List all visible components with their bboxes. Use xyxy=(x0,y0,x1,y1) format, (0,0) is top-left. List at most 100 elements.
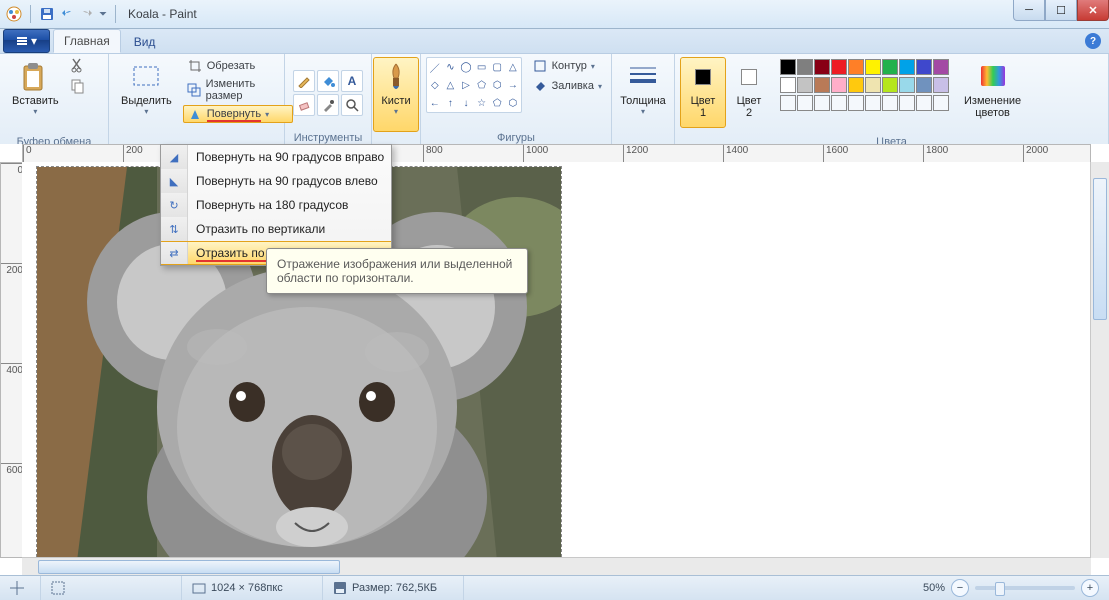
rotate-item-icon: ⇅ xyxy=(161,217,188,241)
ruler-tick: 800 xyxy=(423,145,443,163)
ruler-tick: 1200 xyxy=(623,145,648,163)
rotate-item-label: Повернуть на 180 градусов xyxy=(188,198,391,212)
undo-icon[interactable] xyxy=(59,6,75,22)
color1-label: Цвет 1 xyxy=(691,95,716,119)
color-swatch[interactable] xyxy=(882,77,898,93)
color-swatch[interactable] xyxy=(831,95,847,111)
color-swatch[interactable] xyxy=(933,77,949,93)
pencil-tool[interactable] xyxy=(293,70,315,92)
color-swatch[interactable] xyxy=(814,77,830,93)
save-icon[interactable] xyxy=(39,6,55,22)
color2-button[interactable]: Цвет 2 xyxy=(726,57,772,128)
color-swatch[interactable] xyxy=(865,77,881,93)
ruler-tick: 200 xyxy=(1,263,24,276)
rotate-menu-item[interactable]: ⇅Отразить по вертикали xyxy=(161,217,391,241)
group-colors: Цвет 1 Цвет 2 Изменение цветов Цвета xyxy=(675,54,1109,146)
color-swatch[interactable] xyxy=(831,59,847,75)
crop-button[interactable]: Обрезать xyxy=(183,57,293,75)
color-swatch[interactable] xyxy=(916,77,932,93)
ruler-tick: 600 xyxy=(1,463,24,476)
eraser-tool[interactable] xyxy=(293,94,315,116)
title-bar: ⏷ Koala - Paint ─ ☐ ✕ xyxy=(0,0,1109,29)
brushes-button[interactable]: Кисти ▾ xyxy=(373,57,419,132)
color-swatch[interactable] xyxy=(933,59,949,75)
group-clipboard: Вставить ▾ Буфер обмена xyxy=(0,54,109,146)
shapes-gallery[interactable]: ／∿◯▭▢△ ◇△▷⬠⬡→ ←↑↓☆⬠⬡ xyxy=(426,57,522,113)
color-swatch[interactable] xyxy=(780,95,796,111)
color-swatch[interactable] xyxy=(899,59,915,75)
maximize-button[interactable]: ☐ xyxy=(1045,0,1077,21)
qat-customize-icon[interactable]: ⏷ xyxy=(99,9,107,20)
rotate-menu-item[interactable]: ◣Повернуть на 90 градусов влево xyxy=(161,169,391,193)
shape-outline-button[interactable]: Контур▾ xyxy=(528,57,606,75)
zoom-out-button[interactable]: − xyxy=(951,579,969,597)
color-swatch[interactable] xyxy=(814,95,830,111)
zoom-slider[interactable] xyxy=(975,586,1075,590)
copy-icon[interactable] xyxy=(70,78,86,97)
cut-icon[interactable] xyxy=(70,57,86,76)
text-tool[interactable]: A xyxy=(341,70,363,92)
picker-tool[interactable] xyxy=(317,94,339,116)
color-swatch[interactable] xyxy=(848,59,864,75)
shape-fill-button[interactable]: Заливка▾ xyxy=(528,77,606,95)
color-swatch[interactable] xyxy=(814,59,830,75)
quick-access-toolbar: ⏷ xyxy=(0,5,120,23)
minimize-button[interactable]: ─ xyxy=(1013,0,1045,21)
zoom-slider-knob[interactable] xyxy=(995,582,1005,596)
color-swatch[interactable] xyxy=(882,59,898,75)
paste-button[interactable]: Вставить ▾ xyxy=(5,57,66,132)
color-swatch[interactable] xyxy=(780,59,796,75)
color-swatch[interactable] xyxy=(797,77,813,93)
rotate-icon xyxy=(187,106,203,122)
chevron-down-icon: ▾ xyxy=(144,107,148,116)
scrollbar-horizontal[interactable] xyxy=(22,557,1091,576)
scrollbar-vertical[interactable] xyxy=(1090,162,1109,558)
app-icon xyxy=(6,6,22,22)
rotate-button[interactable]: Повернуть ▾ xyxy=(183,105,293,123)
zoom-in-button[interactable]: + xyxy=(1081,579,1099,597)
resize-button[interactable]: Изменить размер xyxy=(183,77,293,103)
close-button[interactable]: ✕ xyxy=(1077,0,1109,21)
brush-icon xyxy=(380,61,412,93)
color-swatch[interactable] xyxy=(865,59,881,75)
size-text: Размер: 762,5КБ xyxy=(352,582,437,594)
color2-swatch xyxy=(741,69,757,85)
help-icon[interactable]: ? xyxy=(1085,33,1101,49)
file-menu-button[interactable]: ▾ xyxy=(3,29,50,53)
color-swatch[interactable] xyxy=(780,77,796,93)
color-swatch[interactable] xyxy=(899,95,915,111)
color-palette xyxy=(780,59,949,111)
fill-icon xyxy=(532,78,548,94)
color1-button[interactable]: Цвет 1 xyxy=(680,57,726,128)
ruler-tick: 1000 xyxy=(523,145,548,163)
magnifier-tool[interactable] xyxy=(341,94,363,116)
edit-colors-button[interactable]: Изменение цветов xyxy=(957,57,1028,132)
tab-view[interactable]: Вид xyxy=(124,31,166,53)
color-swatch[interactable] xyxy=(797,59,813,75)
color-swatch[interactable] xyxy=(848,95,864,111)
chevron-down-icon: ▾ xyxy=(394,107,398,116)
thickness-button[interactable]: Толщина ▾ xyxy=(613,57,673,132)
color-swatch[interactable] xyxy=(865,95,881,111)
edit-colors-icon xyxy=(977,61,1009,93)
scrollbar-thumb-horizontal[interactable] xyxy=(38,560,340,574)
selection-size-icon xyxy=(51,581,65,595)
color-swatch[interactable] xyxy=(933,95,949,111)
resize-label: Изменить размер xyxy=(206,78,289,102)
zoom-text: 50% xyxy=(923,582,945,594)
color-swatch[interactable] xyxy=(882,95,898,111)
tab-home[interactable]: Главная xyxy=(53,29,121,53)
color-swatch[interactable] xyxy=(831,77,847,93)
color-swatch[interactable] xyxy=(916,95,932,111)
rotate-menu-item[interactable]: ◢Повернуть на 90 градусов вправо xyxy=(161,145,391,169)
scrollbar-thumb-vertical[interactable] xyxy=(1093,178,1107,320)
redo-icon[interactable] xyxy=(79,6,95,22)
thickness-icon xyxy=(627,61,659,93)
color-swatch[interactable] xyxy=(899,77,915,93)
fill-tool[interactable] xyxy=(317,70,339,92)
color-swatch[interactable] xyxy=(916,59,932,75)
color-swatch[interactable] xyxy=(797,95,813,111)
color-swatch[interactable] xyxy=(848,77,864,93)
rotate-menu-item[interactable]: ↻Повернуть на 180 градусов xyxy=(161,193,391,217)
select-button[interactable]: Выделить ▾ xyxy=(114,57,179,132)
